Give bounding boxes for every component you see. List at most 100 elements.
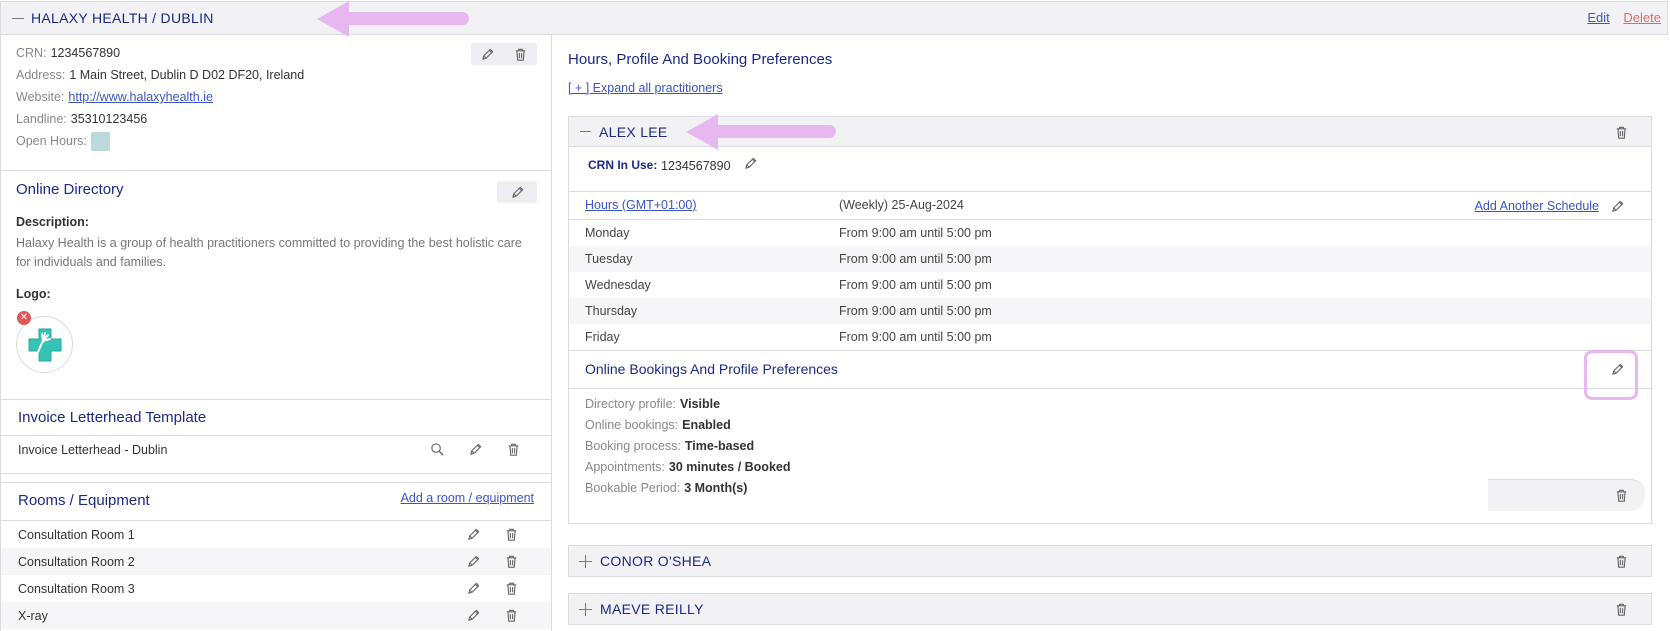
collapse-icon[interactable]	[580, 131, 591, 132]
website-label: Website:	[16, 90, 65, 104]
trash-icon[interactable]	[505, 442, 521, 458]
trash-icon[interactable]	[1613, 553, 1629, 569]
room-row: Consultation Room 2	[1, 548, 551, 575]
edit-link[interactable]: Edit	[1587, 10, 1609, 25]
address-value: 1 Main Street, Dublin D D02 DF20, Irelan…	[69, 68, 305, 82]
header-actions: Edit Delete	[1587, 10, 1661, 25]
pencil-icon[interactable]	[480, 46, 496, 62]
annotation-arrow-icon	[317, 1, 469, 37]
rooms-title: Rooms / Equipment	[18, 492, 150, 509]
expand-icon[interactable]	[579, 602, 592, 616]
pencil-icon[interactable]	[465, 554, 481, 570]
remove-logo-icon[interactable]: ✕	[17, 311, 31, 325]
practitioner-name: ALEX LEE	[599, 123, 668, 140]
pref-value: 30 minutes / Booked	[668, 460, 791, 474]
practitioner-card: CONOR O'SHEA	[568, 545, 1652, 577]
description-label: Description:	[16, 215, 89, 229]
crn-label: CRN:	[16, 46, 47, 60]
logo-label: Logo:	[16, 287, 51, 301]
invoice-panel: Invoice Letterhead Template Invoice Lett…	[1, 400, 551, 474]
room-label: Consultation Room 1	[18, 527, 135, 542]
prefs-title: Online Bookings And Profile Preferences	[585, 361, 838, 377]
practitioner-name: MAEVE REILLY	[600, 601, 704, 617]
pencil-icon[interactable]	[1609, 198, 1625, 214]
pref-label: Directory profile:	[585, 397, 676, 411]
schedule-time: From 9:00 am until 5:00 pm	[839, 330, 992, 344]
delete-link[interactable]: Delete	[1623, 10, 1661, 25]
annotation-arrow-icon	[686, 114, 836, 150]
collapse-icon[interactable]	[12, 17, 24, 19]
room-row: Consultation Room 3	[1, 575, 551, 602]
pref-label: Bookable Period:	[585, 481, 681, 495]
schedule-row: Wednesday From 9:00 am until 5:00 pm	[569, 272, 1651, 298]
pencil-icon[interactable]	[467, 442, 483, 458]
online-directory-panel: Online Directory Description: Halaxy Hea…	[1, 171, 551, 400]
rooms-panel: Rooms / Equipment Add a room / equipment…	[1, 482, 551, 629]
crn-in-use-label: CRN In Use:	[588, 158, 658, 172]
pref-row: Booking process: Time-based	[569, 436, 1651, 457]
room-label: Consultation Room 3	[18, 581, 135, 596]
pref-row: Directory profile: Visible	[569, 394, 1651, 415]
practitioner-card: MAEVE REILLY	[568, 593, 1652, 625]
invoice-item: Invoice Letterhead - Dublin	[1, 436, 551, 463]
trash-icon[interactable]	[513, 46, 529, 62]
trash-icon[interactable]	[503, 554, 519, 570]
schedule-list: Monday From 9:00 am until 5:00 pm Tuesday F…	[569, 220, 1651, 351]
highlight-box	[1584, 350, 1638, 400]
schedule-time: From 9:00 am until 5:00 pm	[839, 278, 992, 292]
open-hours-swatch[interactable]	[90, 132, 110, 152]
schedule-day: Wednesday	[585, 278, 651, 292]
schedule-time: From 9:00 am until 5:00 pm	[839, 304, 992, 318]
location-header: HALAXY HEALTH / DUBLIN Edit Delete	[0, 1, 1668, 35]
address-label: Address:	[16, 68, 66, 82]
pref-value: 3 Month(s)	[684, 481, 748, 495]
room-row: Consultation Room 1	[1, 521, 551, 548]
schedule-label: (Weekly) 25-Aug-2024	[839, 198, 964, 212]
schedule-day: Thursday	[585, 304, 638, 318]
hours-link[interactable]: Hours (GMT+01:00)	[585, 198, 697, 212]
room-row: X-ray	[1, 602, 551, 629]
expand-all-link[interactable]: [ + ] Expand all practitioners	[568, 81, 723, 95]
room-label: X-ray	[18, 608, 48, 623]
trash-icon[interactable]	[1613, 488, 1629, 504]
invoice-title: Invoice Letterhead Template	[1, 400, 551, 436]
open-hours-label: Open Hours:	[16, 134, 87, 148]
trash-icon[interactable]	[503, 608, 519, 624]
trash-icon[interactable]	[503, 527, 519, 543]
practitioner-name: CONOR O'SHEA	[600, 553, 712, 569]
invoice-item-label: Invoice Letterhead - Dublin	[18, 442, 168, 457]
pencil-icon[interactable]	[465, 608, 481, 624]
pref-row: Appointments: 30 minutes / Booked	[569, 457, 1651, 478]
location-title: HALAXY HEALTH / DUBLIN	[31, 10, 214, 26]
website-link[interactable]: http://www.halaxyhealth.ie	[68, 90, 213, 104]
schedule-time: From 9:00 am until 5:00 pm	[839, 226, 992, 240]
pref-value: Visible	[680, 397, 721, 411]
practitioner-header[interactable]: CONOR O'SHEA	[569, 546, 1651, 576]
description-value: Halaxy Health is a group of health pract…	[16, 236, 522, 269]
add-schedule-link[interactable]: Add Another Schedule	[1475, 199, 1599, 213]
expand-icon[interactable]	[579, 554, 592, 568]
add-room-link[interactable]: Add a room / equipment	[401, 491, 534, 505]
online-directory-title: Online Directory	[16, 181, 124, 198]
hours-prefs-title: Hours, Profile And Booking Preferences	[568, 51, 833, 68]
search-icon[interactable]	[429, 442, 445, 458]
schedule-row: Thursday From 9:00 am until 5:00 pm	[569, 298, 1651, 324]
trash-icon[interactable]	[503, 581, 519, 597]
practitioner-header[interactable]: MAEVE REILLY	[569, 594, 1651, 624]
pencil-icon[interactable]	[509, 184, 525, 200]
pref-label: Booking process:	[585, 439, 681, 453]
pencil-icon[interactable]	[742, 155, 758, 171]
schedule-day: Friday	[585, 330, 620, 344]
schedule-row: Monday From 9:00 am until 5:00 pm	[569, 220, 1651, 246]
pencil-icon[interactable]	[465, 581, 481, 597]
schedule-row: Tuesday From 9:00 am until 5:00 pm	[569, 246, 1651, 272]
pref-label: Online bookings:	[585, 418, 679, 432]
trash-icon[interactable]	[1613, 601, 1629, 617]
rooms-list: Consultation Room 1 Consultation Room 2 Co…	[1, 521, 551, 629]
details-panel: CRN: 1234567890 Address: 1 Main Street, Du…	[1, 35, 551, 171]
schedule-day: Monday	[585, 226, 630, 240]
schedule-row: Friday From 9:00 am until 5:00 pm	[569, 324, 1651, 350]
pencil-icon[interactable]	[465, 527, 481, 543]
trash-icon[interactable]	[1613, 124, 1629, 140]
landline-value: 35310123456	[70, 112, 148, 126]
